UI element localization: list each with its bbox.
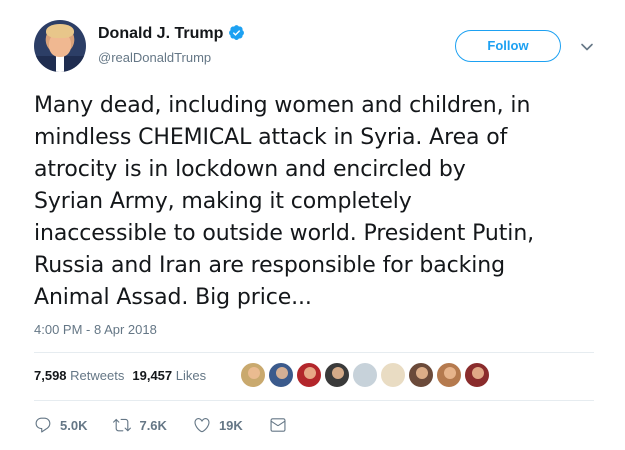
retweets-label: Retweets <box>70 368 125 383</box>
divider <box>34 352 594 353</box>
liker-avatars <box>240 362 492 390</box>
verified-badge-icon <box>229 25 245 40</box>
liker-avatar-7[interactable] <box>408 362 434 388</box>
tweet-text: Many dead, including women and children,… <box>34 93 535 310</box>
user-avatar[interactable] <box>34 20 86 72</box>
tweet-actions: 5.0K 7.6K 19K <box>34 414 321 436</box>
liker-avatar-1[interactable] <box>240 362 266 388</box>
retweets-count: 7,598 <box>34 368 67 383</box>
liker-avatar-5[interactable] <box>352 362 378 388</box>
reply-icon <box>35 417 51 433</box>
divider <box>34 400 594 401</box>
follow-button[interactable]: Follow <box>455 30 561 62</box>
liker-avatar-9[interactable] <box>464 362 490 388</box>
likes-stat[interactable]: 19,457 Likes <box>132 368 206 383</box>
reply-count: 5.0K <box>60 417 88 433</box>
liker-avatar-4[interactable] <box>324 362 350 388</box>
engagement-stats: 7,598 Retweets 19,457 Likes <box>34 368 206 383</box>
reply-button[interactable]: 5.0K <box>34 416 87 434</box>
likes-label: Likes <box>175 368 207 383</box>
retweet-count: 7.6K <box>139 417 167 433</box>
envelope-icon <box>270 418 286 432</box>
like-button[interactable]: 19K <box>193 416 243 434</box>
chevron-down-icon[interactable] <box>580 40 594 54</box>
retweets-stat[interactable]: 7,598 Retweets <box>34 368 124 383</box>
direct-message-button[interactable] <box>269 416 295 434</box>
retweet-button[interactable]: 7.6K <box>113 416 167 434</box>
user-name[interactable]: Donald J. Trump <box>98 25 223 42</box>
user-name-row[interactable]: Donald J. Trump <box>98 24 245 43</box>
liker-avatar-2[interactable] <box>268 362 294 388</box>
tweet-card: Donald J. Trump @realDonaldTrump Follow … <box>0 0 625 450</box>
heart-icon <box>194 418 210 433</box>
retweet-icon <box>113 418 132 432</box>
user-handle[interactable]: @realDonaldTrump <box>98 50 211 65</box>
like-count: 19K <box>218 417 243 433</box>
liker-avatar-6[interactable] <box>380 362 406 388</box>
tweet-timestamp[interactable]: 4:00 PM - 8 Apr 2018 <box>34 322 157 337</box>
liker-avatar-3[interactable] <box>296 362 322 388</box>
likes-count: 19,457 <box>132 368 173 383</box>
liker-avatar-8[interactable] <box>436 362 462 388</box>
